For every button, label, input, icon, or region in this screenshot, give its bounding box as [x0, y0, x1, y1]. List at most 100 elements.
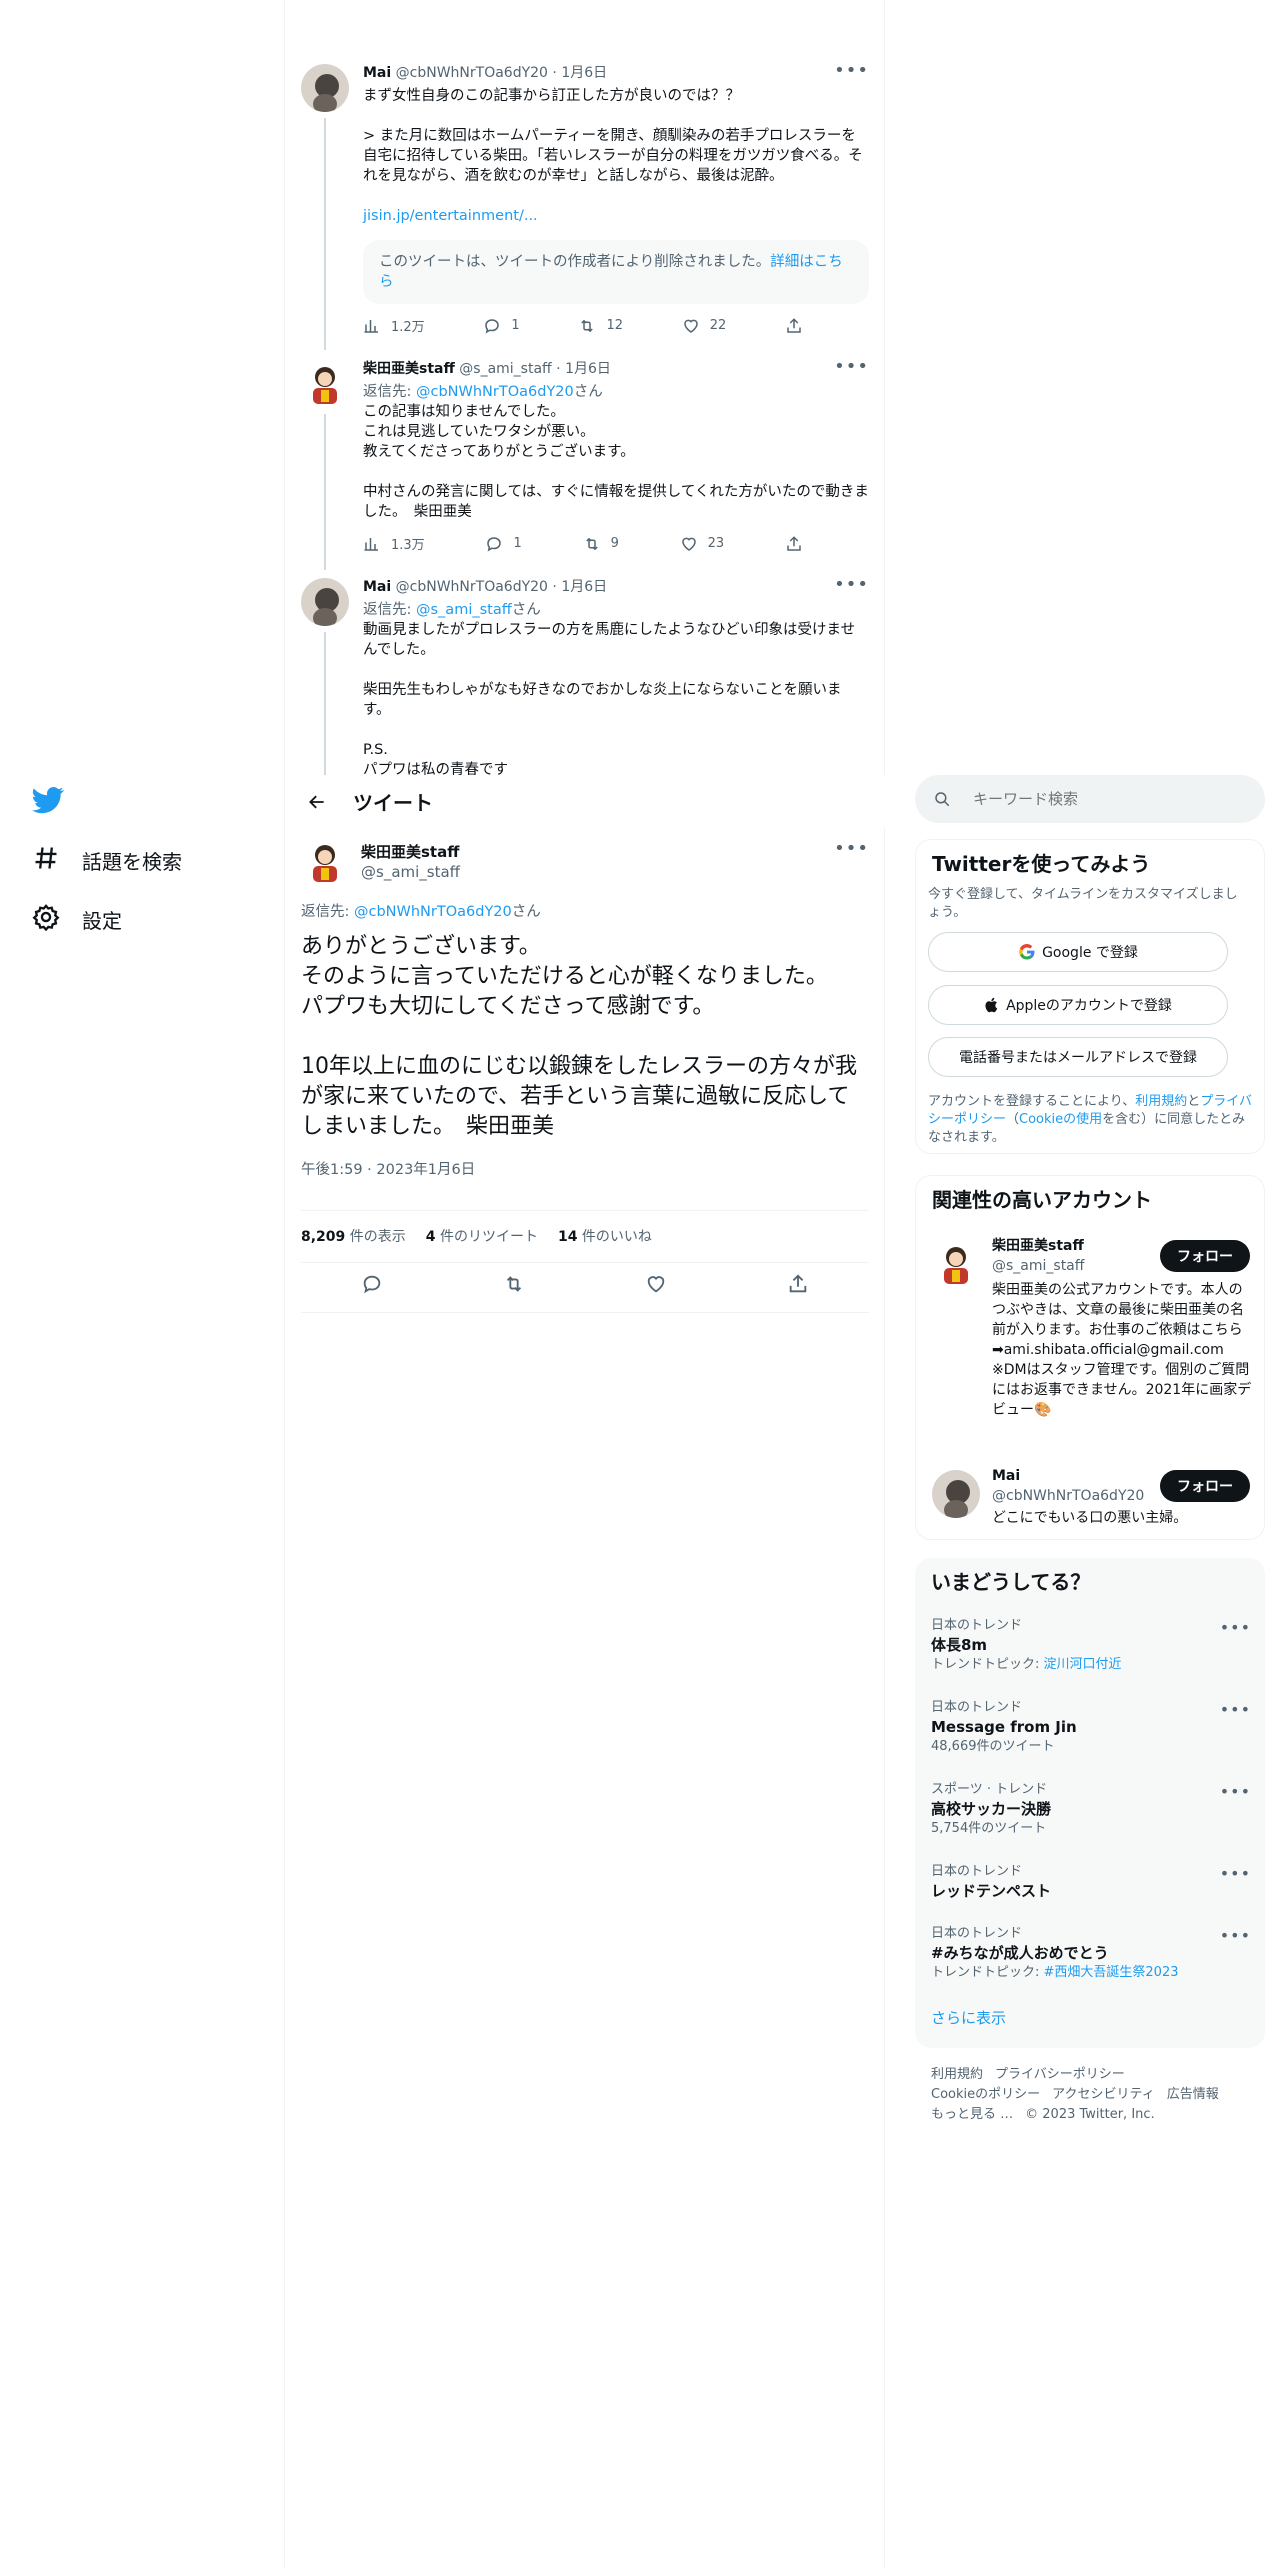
more-icon[interactable]: ••• [834, 838, 869, 859]
footer-link[interactable]: 広告情報 [1167, 2087, 1219, 2102]
footer-link[interactable]: プライバシーポリシー [995, 2067, 1125, 2082]
display-name[interactable]: 柴田亜美staff [361, 842, 460, 862]
more-icon[interactable]: ••• [834, 60, 869, 81]
related-account[interactable]: 柴田亜美staff @s_ami_staff フォロー 柴田亜美の公式アカウント… [916, 1236, 1266, 1446]
reply-to-link[interactable]: @cbNWhNrTOa6dY20 [416, 384, 574, 400]
reply-to-link[interactable]: @cbNWhNrTOa6dY20 [354, 904, 512, 920]
show-more-link[interactable]: さらに表示 [931, 2007, 1006, 2028]
search-box[interactable] [915, 775, 1265, 823]
trend-sub: 48,669件のツイート [931, 1739, 1055, 1754]
tweet-header: Mai @cbNWhNrTOa6dY20 · 1月6日 [363, 578, 869, 596]
share-icon[interactable] [787, 1273, 809, 1295]
share-button[interactable] [785, 316, 803, 335]
follow-button[interactable]: フォロー [1160, 1470, 1250, 1502]
retweets-stat[interactable]: 4 件のリツイート [426, 1226, 538, 1246]
nav-settings-label: 設定 [82, 909, 122, 933]
more-icon[interactable]: ••• [1220, 1700, 1251, 1719]
trend-item[interactable]: 日本のトレンド #みちなが成人おめでとう トレンドトピック: #西畑大吾誕生祭2… [931, 1926, 1251, 1982]
reply-icon[interactable] [361, 1273, 383, 1295]
separator: · [552, 65, 557, 81]
trend-item[interactable]: スポーツ · トレンド 高校サッカー決勝 5,754件のツイート ••• [931, 1782, 1251, 1838]
nav-settings[interactable]: 設定 [32, 903, 122, 936]
share-button[interactable] [785, 534, 803, 553]
like-button[interactable]: 23 [680, 534, 724, 553]
handle[interactable]: @s_ami_staff [361, 862, 460, 882]
footer-link[interactable]: 利用規約 [931, 2067, 983, 2082]
display-name[interactable]: 柴田亜美staff [992, 1236, 1084, 1256]
handle[interactable]: @cbNWhNrTOa6dY20 [396, 65, 548, 81]
google-signup-button[interactable]: Google で登録 [928, 932, 1228, 972]
avatar[interactable] [932, 1240, 980, 1288]
tweet-timestamp[interactable]: 午後1:59 · 2023年1月6日 [301, 1158, 869, 1179]
context-tweet[interactable]: Mai @cbNWhNrTOa6dY20 · 1月6日 ••• まず女性自身のこ… [301, 60, 869, 350]
display-name[interactable]: 柴田亜美staff [363, 361, 455, 377]
handle[interactable]: @cbNWhNrTOa6dY20 [396, 579, 548, 595]
trend-sub-prefix: トレンドトピック: [931, 1965, 1044, 1980]
terms-text: アカウントを登録することにより、 [928, 1094, 1136, 1109]
footer-link[interactable]: Cookieのポリシー [931, 2087, 1040, 2102]
timeline: Mai @cbNWhNrTOa6dY20 · 1月6日 ••• まず女性自身のこ… [285, 0, 885, 2568]
retweet-button[interactable]: 12 [578, 316, 623, 335]
handle[interactable]: @cbNWhNrTOa6dY20 [992, 1486, 1144, 1506]
terms-link[interactable]: 利用規約 [1135, 1094, 1187, 1109]
deleted-notice: このツイートは、ツイートの作成者により削除されました。詳細はこちら [363, 240, 869, 304]
nav-explore[interactable]: 話題を検索 [32, 844, 182, 877]
twitter-logo-icon[interactable] [32, 784, 64, 816]
likes-stat[interactable]: 14 件のいいね [558, 1226, 652, 1246]
avatar[interactable] [301, 578, 349, 626]
signup-terms: アカウントを登録することにより、利用規約とプライバシーポリシー（Cookieの使… [928, 1093, 1253, 1147]
back-arrow-icon[interactable] [297, 782, 337, 822]
tweet-actions: 1.3万 1 9 23 [363, 534, 803, 553]
hashtag-icon [32, 844, 60, 877]
cookie-link[interactable]: Cookieの使用 [1019, 1112, 1102, 1127]
trend-item[interactable]: 日本のトレンド レッドテンペスト ••• [931, 1864, 1251, 1902]
avatar[interactable] [301, 360, 349, 408]
handle[interactable]: @s_ami_staff [459, 361, 551, 377]
display-name[interactable]: Mai [992, 1466, 1144, 1486]
reply-to-link[interactable]: @s_ami_staff [416, 602, 512, 618]
context-tweet[interactable]: Mai @cbNWhNrTOa6dY20 · 1月6日 ••• 返信先: @s_… [301, 574, 869, 775]
footer-link[interactable]: アクセシビリティ [1052, 2087, 1155, 2102]
trend-topic-link[interactable]: 淀川河口付近 [1044, 1657, 1122, 1672]
avatar[interactable] [301, 838, 349, 886]
search-icon [935, 792, 950, 807]
follow-button[interactable]: フォロー [1160, 1240, 1250, 1272]
date[interactable]: 1月6日 [561, 579, 607, 595]
heart-icon [681, 537, 696, 551]
more-icon[interactable]: ••• [834, 574, 869, 595]
more-icon[interactable]: ••• [1220, 1618, 1251, 1637]
more-icon[interactable]: ••• [1220, 1782, 1251, 1801]
retweet-button[interactable]: 9 [583, 534, 619, 553]
reply-button[interactable]: 1 [483, 316, 520, 335]
avatar[interactable] [932, 1470, 980, 1518]
more-icon[interactable]: ••• [1220, 1864, 1251, 1883]
retweet-count: 9 [610, 536, 619, 551]
avatar[interactable] [301, 64, 349, 112]
related-account[interactable]: Mai @cbNWhNrTOa6dY20 フォロー どこにでもいる口の悪い主婦。 [916, 1466, 1266, 1530]
more-icon[interactable]: ••• [1220, 1926, 1251, 1945]
phone-email-signup-button[interactable]: 電話番号またはメールアドレスで登録 [928, 1037, 1228, 1077]
search-input[interactable] [973, 790, 1243, 808]
display-name[interactable]: Mai [363, 579, 391, 595]
reply-count: 1 [511, 318, 520, 333]
tweet-link[interactable]: jisin.jp/entertainment/... [363, 206, 869, 226]
date[interactable]: 1月6日 [565, 361, 611, 377]
trend-item[interactable]: 日本のトレンド Message from Jin 48,669件のツイート ••… [931, 1700, 1251, 1756]
handle[interactable]: @s_ami_staff [992, 1256, 1084, 1276]
reply-button[interactable]: 1 [485, 534, 522, 553]
retweet-icon[interactable] [503, 1273, 525, 1295]
apple-signup-button[interactable]: Appleのアカウントで登録 [928, 985, 1228, 1025]
context-tweet[interactable]: 柴田亜美staff @s_ami_staff · 1月6日 ••• 返信先: @… [301, 356, 869, 570]
heart-icon[interactable] [645, 1273, 667, 1295]
views-button[interactable]: 1.3万 [363, 534, 425, 553]
like-button[interactable]: 22 [682, 316, 726, 335]
more-icon[interactable]: ••• [834, 356, 869, 377]
trend-topic-link[interactable]: #西畑大吾誕生祭2023 [1044, 1965, 1179, 1980]
footer-more-link[interactable]: もっと見る … [931, 2107, 1013, 2122]
views-button[interactable]: 1.2万 [363, 316, 425, 335]
google-signup-label: Google で登録 [1042, 945, 1138, 961]
date[interactable]: 1月6日 [561, 65, 607, 81]
trend-item[interactable]: 日本のトレンド 体長8m トレンドトピック: 淀川河口付近 ••• [931, 1618, 1251, 1674]
display-name[interactable]: Mai [363, 65, 391, 81]
trend-name: レッドテンペスト [931, 1882, 1052, 1900]
